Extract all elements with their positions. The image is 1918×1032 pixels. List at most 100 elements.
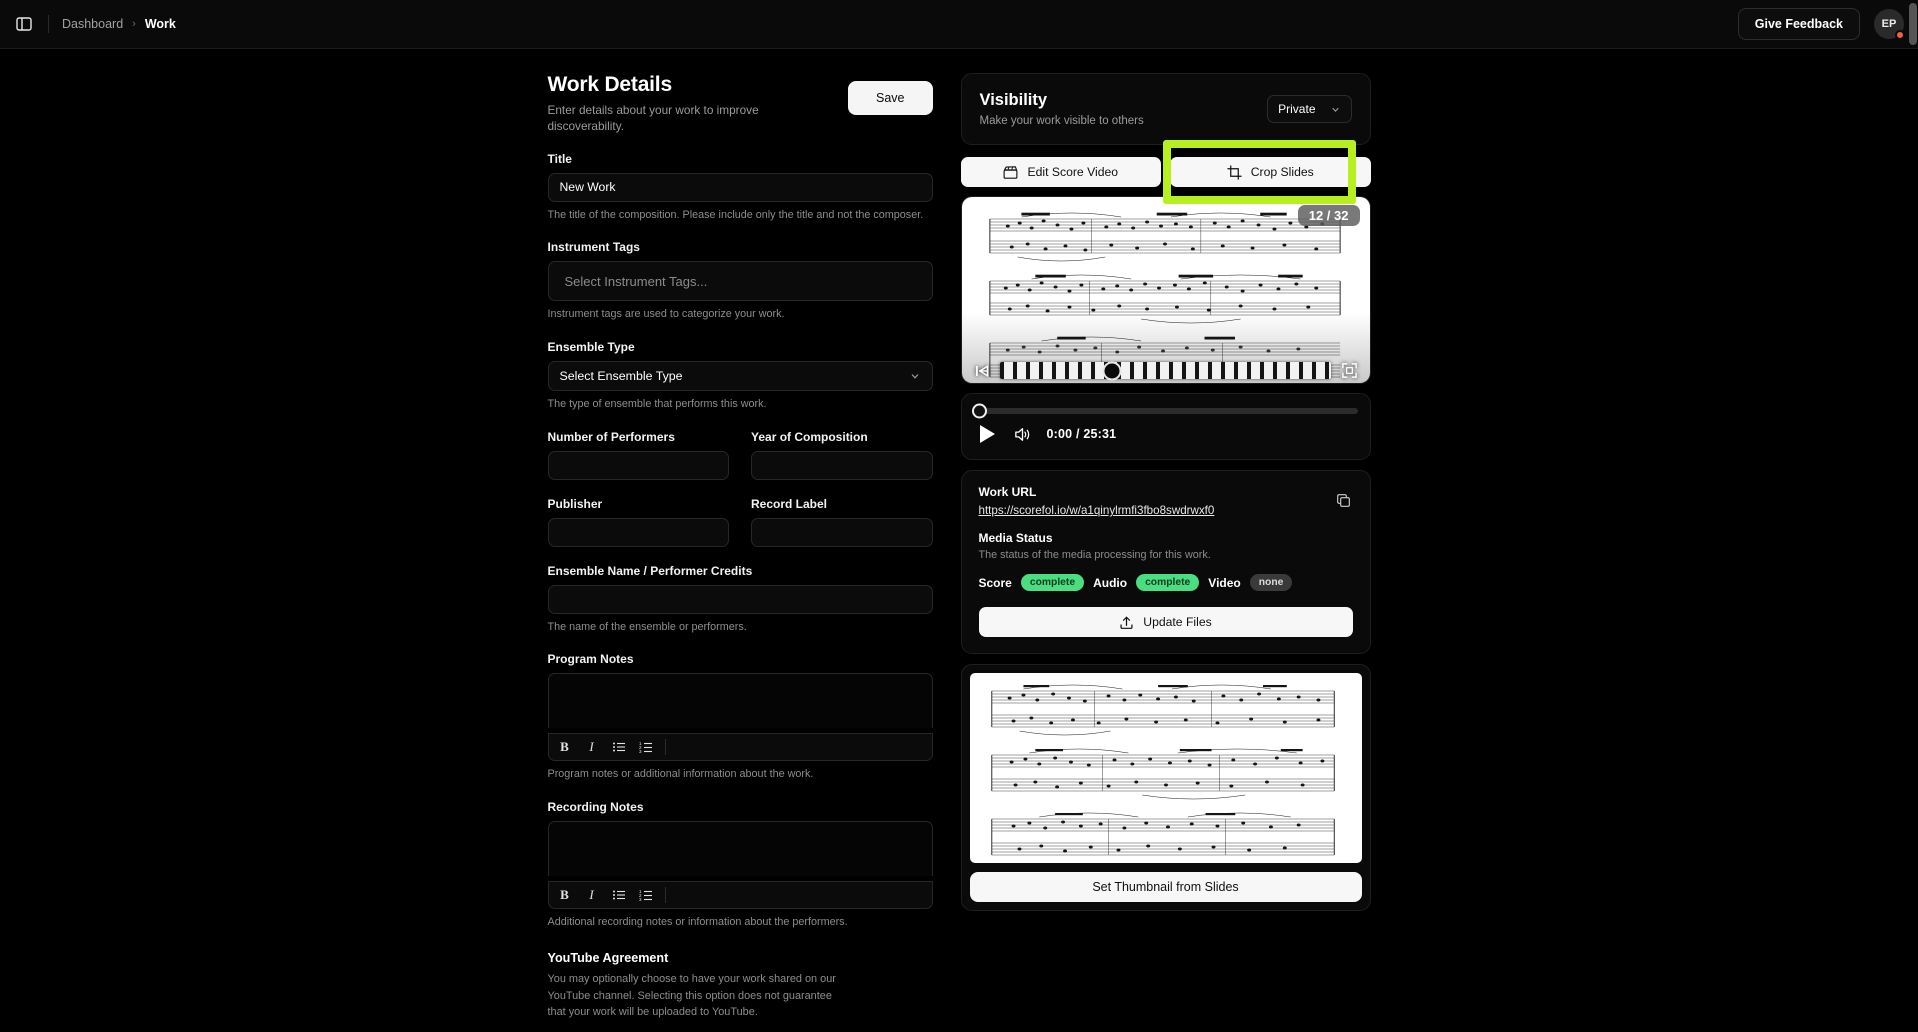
- breadcrumb: Dashboard › Work: [62, 17, 176, 31]
- tab-crop-slides[interactable]: Crop Slides: [1170, 157, 1371, 187]
- page-subtitle: Enter details about your work to improve…: [547, 103, 759, 133]
- copy-url-button[interactable]: [1333, 489, 1355, 511]
- copy-icon: [1337, 493, 1350, 507]
- slide-controls: [962, 361, 1370, 380]
- visibility-select[interactable]: Private: [1267, 95, 1352, 123]
- field-recording-notes: Recording Notes B I 1 2 3 Additional rec…: [547, 800, 933, 931]
- title-label: Title: [547, 151, 572, 166]
- ensemble-type-select[interactable]: Select Ensemble Type: [547, 361, 933, 392]
- status-name-video: Video: [1208, 575, 1241, 590]
- audio-progress-knob[interactable]: [971, 403, 987, 419]
- media-column: Visibility Make your work visible to oth…: [960, 73, 1371, 1021]
- toolbar-divider: [664, 739, 666, 756]
- clapperboard-icon: [1004, 165, 1018, 179]
- row-performers-year: Number of Performers Year of Composition: [547, 429, 933, 480]
- thumbnail-score-image: [990, 685, 1335, 856]
- fullscreen-button[interactable]: [1341, 362, 1358, 379]
- field-record-label: Record Label: [751, 497, 933, 547]
- tab-edit-score-video[interactable]: Edit Score Video: [960, 157, 1161, 187]
- media-status-label: Media Status: [978, 531, 1053, 545]
- field-ensemble-type: Ensemble Type Select Ensemble Type The t…: [547, 340, 933, 413]
- visibility-title: Visibility: [979, 91, 1048, 109]
- play-icon: [979, 425, 995, 443]
- update-files-button[interactable]: Update Files: [978, 607, 1353, 638]
- status-badge-score: complete: [1020, 574, 1085, 592]
- tab-edit-score-video-label: Edit Score Video: [1027, 165, 1119, 179]
- bullet-list-button[interactable]: [607, 737, 631, 758]
- user-avatar[interactable]: EP: [1874, 9, 1905, 40]
- media-status-badges: Score complete Audio complete Video none: [979, 574, 1353, 592]
- svg-text:3: 3: [639, 897, 642, 902]
- field-title: Title The title of the composition. Plea…: [547, 151, 933, 224]
- skip-to-start-button[interactable]: [974, 363, 990, 379]
- page-title: Work Details: [547, 73, 673, 96]
- record-label-input[interactable]: [751, 517, 933, 547]
- program-notes-help: Program notes or additional information …: [547, 768, 814, 781]
- top-bar-actions: Give Feedback EP: [1737, 8, 1905, 40]
- status-badge-video: none: [1249, 574, 1293, 592]
- recording-notes-editor[interactable]: [547, 821, 933, 877]
- slide-viewer-card: 12 / 32: [960, 196, 1371, 384]
- recording-notes-help: Additional recording notes or informatio…: [547, 916, 848, 929]
- page-scrollbar[interactable]: [1909, 3, 1917, 45]
- ordered-list-button[interactable]: 1 2 3: [634, 885, 658, 906]
- thumbnail-card: Set Thumbnail from Slides: [960, 664, 1371, 912]
- bold-button[interactable]: B: [553, 737, 577, 758]
- save-button[interactable]: Save: [848, 81, 933, 115]
- instrument-tags-input[interactable]: Select Instrument Tags...: [547, 261, 933, 302]
- ordered-list-icon: 1 2 3: [639, 741, 652, 754]
- field-number-of-performers: Number of Performers: [547, 429, 729, 480]
- youtube-agreement-section: YouTube Agreement You may optionally cho…: [548, 951, 933, 1022]
- audio-progress-track[interactable]: [971, 403, 1358, 419]
- ensemble-type-value: Select Ensemble Type: [559, 369, 683, 384]
- record-label-label: Record Label: [751, 496, 828, 511]
- work-url-link[interactable]: https://scorefol.io/w/a1qinylrmfi3fbo8sw…: [979, 504, 1215, 517]
- bullet-list-icon: [612, 890, 625, 900]
- toolbar-divider: [664, 887, 666, 904]
- field-instrument-tags: Instrument Tags Select Instrument Tags..…: [547, 240, 933, 323]
- publisher-input[interactable]: [547, 517, 729, 547]
- ensemble-type-help: The type of ensemble that performs this …: [547, 398, 767, 411]
- year-of-composition-input[interactable]: [751, 450, 933, 480]
- volume-button[interactable]: [1013, 425, 1032, 444]
- youtube-agreement-title: YouTube Agreement: [547, 950, 669, 965]
- crop-icon: [1227, 164, 1242, 180]
- program-notes-editor[interactable]: [547, 673, 933, 729]
- audio-time-display: 0:00 / 25:31: [1046, 427, 1117, 441]
- bold-button[interactable]: B: [553, 885, 577, 906]
- slide-counter: 12 / 32: [1297, 205, 1360, 226]
- breadcrumb-work[interactable]: Work: [145, 17, 176, 31]
- number-of-performers-input[interactable]: [547, 450, 729, 480]
- italic-button[interactable]: I: [580, 885, 604, 906]
- play-button[interactable]: [976, 423, 998, 445]
- chevron-down-icon: [1331, 107, 1339, 112]
- bullet-list-button[interactable]: [607, 885, 631, 906]
- title-input[interactable]: [547, 172, 933, 202]
- instrument-tags-placeholder: Select Instrument Tags...: [564, 273, 708, 289]
- thumbnail-preview[interactable]: [969, 673, 1362, 864]
- slide-scrubber[interactable]: [999, 361, 1331, 380]
- chevron-down-icon: [911, 374, 918, 379]
- number-of-performers-label: Number of Performers: [547, 429, 675, 444]
- notification-dot: [1895, 30, 1905, 40]
- ensemble-name-help: The name of the ensemble or performers.: [547, 620, 747, 633]
- ensemble-name-input[interactable]: [547, 584, 933, 614]
- sidebar-toggle-button[interactable]: [10, 10, 38, 38]
- fullscreen-icon: [1341, 363, 1357, 378]
- visibility-selected-value: Private: [1278, 102, 1316, 116]
- work-details-header: Work Details Enter details about your wo…: [548, 73, 933, 135]
- slide-scrubber-handle[interactable]: [1102, 361, 1122, 380]
- slide-viewer[interactable]: 12 / 32: [961, 197, 1370, 383]
- status-badge-audio: complete: [1136, 574, 1200, 592]
- set-thumbnail-button[interactable]: Set Thumbnail from Slides: [969, 872, 1362, 903]
- work-info-card: Work URL https://scorefol.io/w/a1qinylrm…: [960, 470, 1371, 655]
- ordered-list-button[interactable]: 1 2 3: [634, 737, 658, 758]
- top-bar: Dashboard › Work Give Feedback EP: [0, 0, 1918, 49]
- program-notes-toolbar: B I 1 2 3: [547, 733, 933, 762]
- give-feedback-button[interactable]: Give Feedback: [1737, 8, 1860, 40]
- visibility-card: Visibility Make your work visible to oth…: [960, 73, 1371, 145]
- breadcrumb-separator: ›: [132, 18, 136, 30]
- breadcrumb-dashboard[interactable]: Dashboard: [62, 17, 123, 31]
- italic-button[interactable]: I: [580, 737, 604, 758]
- work-url-label: Work URL: [978, 485, 1037, 499]
